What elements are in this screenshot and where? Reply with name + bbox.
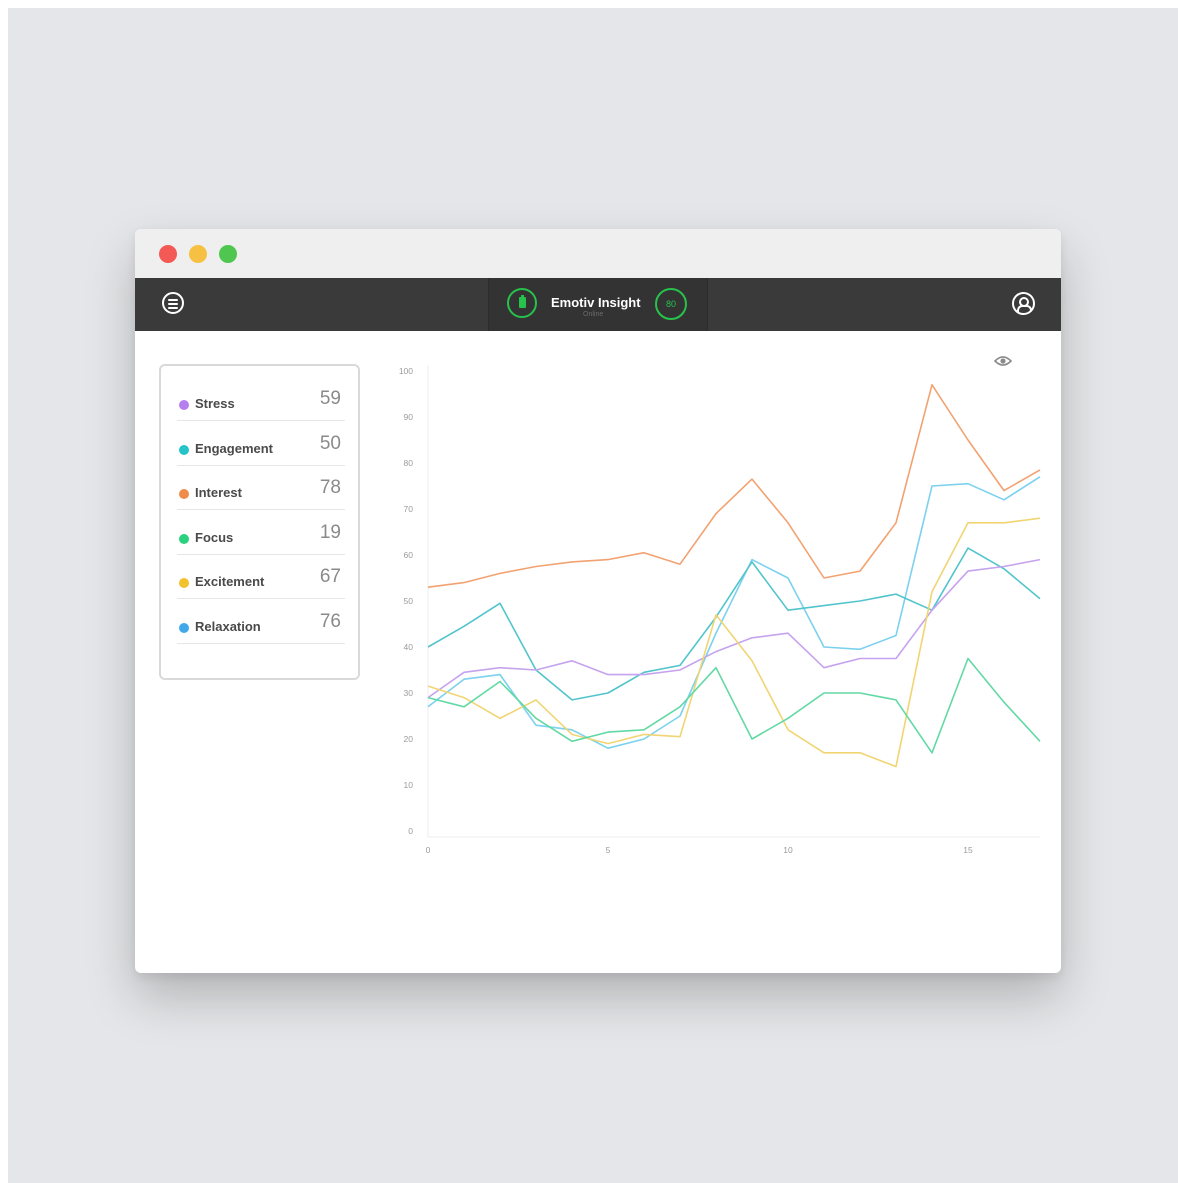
stress-dot-icon <box>179 400 189 410</box>
y-tick-label: 0 <box>408 826 413 836</box>
metric-row-interest[interactable]: Interest 78 <box>177 465 345 510</box>
y-tick-label: 10 <box>404 780 414 790</box>
metric-value: 50 <box>319 433 341 454</box>
series-line-0 <box>427 383 1041 588</box>
series-line-2 <box>427 547 1041 701</box>
metric-row-focus[interactable]: Focus 19 <box>177 510 345 555</box>
x-tick-label: 15 <box>963 845 973 855</box>
series-line-5 <box>427 657 1041 754</box>
device-status-text: Online <box>583 311 604 318</box>
close-window-button[interactable] <box>159 245 177 263</box>
app-window: Emotiv Insight Online 80 Stress 59 Engag… <box>135 229 1061 973</box>
device-name: Emotiv Insight <box>551 295 641 310</box>
x-tick-label: 0 <box>426 845 431 855</box>
relaxation-dot-icon <box>179 623 189 633</box>
y-tick-label: 20 <box>404 734 414 744</box>
metrics-panel: Stress 59 Engagement 50 Interest 78 Focu… <box>159 364 360 680</box>
metric-label: Focus <box>195 530 234 545</box>
y-tick-label: 70 <box>404 504 414 514</box>
series-line-4 <box>427 517 1041 768</box>
metrics-line-chart: 0 10 20 30 40 50 60 70 80 90 100 0 5 10 15 <box>399 365 1041 855</box>
metric-row-stress[interactable]: Stress 59 <box>177 376 345 421</box>
device-score-badge: 80 <box>655 288 687 320</box>
metric-row-excitement[interactable]: Excitement 67 <box>177 554 345 599</box>
series-line-3 <box>427 558 1041 699</box>
y-tick-label: 60 <box>404 550 414 560</box>
minimize-window-button[interactable] <box>189 245 207 263</box>
y-tick-label: 100 <box>399 366 413 376</box>
interest-dot-icon <box>179 489 189 499</box>
metric-value: 76 <box>319 611 341 632</box>
metric-label: Stress <box>195 396 235 411</box>
battery-icon <box>507 288 537 318</box>
eye-icon[interactable] <box>994 355 1012 367</box>
metric-row-engagement[interactable]: Engagement 50 <box>177 421 345 466</box>
x-tick-label: 5 <box>606 845 611 855</box>
y-tick-label: 50 <box>404 596 414 606</box>
metric-label: Interest <box>195 485 242 500</box>
metric-value: 67 <box>319 566 341 587</box>
metric-row-relaxation[interactable]: Relaxation 76 <box>177 599 345 644</box>
x-tick-label: 10 <box>783 845 793 855</box>
y-tick-label: 90 <box>404 412 414 422</box>
app-toolbar: Emotiv Insight Online 80 <box>135 278 1061 331</box>
window-titlebar <box>135 229 1061 278</box>
metric-label: Excitement <box>195 574 265 589</box>
y-tick-label: 30 <box>404 688 414 698</box>
metric-value: 19 <box>319 522 341 543</box>
y-tick-label: 40 <box>404 642 414 652</box>
y-tick-label: 80 <box>404 458 414 468</box>
metric-label: Relaxation <box>195 619 261 634</box>
metric-value: 59 <box>319 388 341 409</box>
metric-value: 78 <box>319 477 341 498</box>
maximize-window-button[interactable] <box>219 245 237 263</box>
metric-label: Engagement <box>195 441 274 456</box>
device-status-widget[interactable]: Emotiv Insight Online 80 <box>488 278 708 331</box>
engagement-dot-icon <box>179 445 189 455</box>
excitement-dot-icon <box>179 578 189 588</box>
user-icon[interactable] <box>1012 292 1035 315</box>
menu-icon[interactable] <box>162 292 184 314</box>
focus-dot-icon <box>179 534 189 544</box>
